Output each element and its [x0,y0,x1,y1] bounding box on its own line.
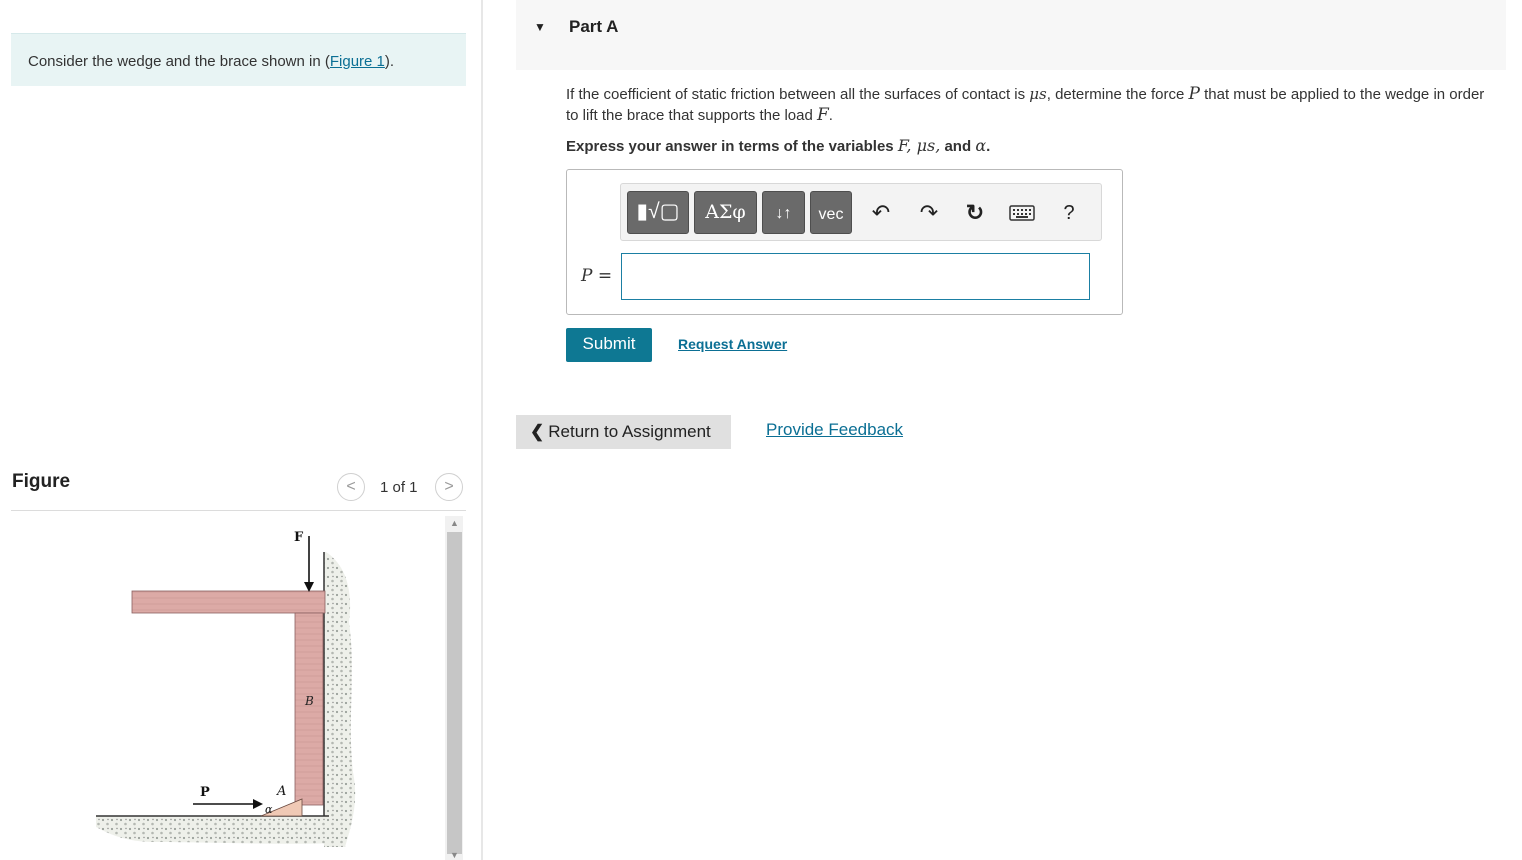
problem-intro: Consider the wedge and the brace shown i… [11,33,466,86]
instructions-text: . [986,138,991,155]
answer-label-text: P = [581,266,613,286]
floor-ground [96,812,345,844]
keyboard-icon[interactable] [1009,200,1035,226]
figure-pager: 1 of 1 [380,479,418,496]
scroll-down-icon[interactable]: ▼ [447,850,462,860]
part-header[interactable] [516,0,1506,70]
arrows-icon: ↓↑ [775,205,792,222]
question-segment: If the coefficient of static friction be… [566,86,1030,103]
next-figure-button[interactable]: > [435,473,463,501]
figure-link[interactable]: Figure 1 [330,53,385,70]
label-a: A [276,784,286,799]
mu-s-variable: μs [1029,85,1047,103]
p-variable: P [1188,84,1200,104]
instructions-variables: F, μs, [897,136,941,155]
return-to-assignment-button[interactable]: ❮ Return to Assignment [516,415,731,449]
figure-scroll-thumb[interactable] [447,532,462,854]
provide-feedback-link[interactable]: Provide Feedback [766,420,903,440]
horizontal-brace [131,590,326,614]
templates-button[interactable]: ▮√▢ [627,191,689,234]
arrows-button[interactable]: ↓↑ [762,191,805,234]
templates-icon: ▮√▢ [636,200,680,223]
question-segment: , determine the force [1046,86,1189,103]
answer-label: P = [581,266,612,286]
wedge-brace-diagram: F P A B α [96,530,356,847]
part-title[interactable]: Part A [569,17,618,37]
label-b: B [304,694,314,708]
redo-icon[interactable]: ↷ [916,200,942,226]
figure-heading: Figure [12,471,71,492]
pane-divider[interactable] [481,0,483,860]
undo-icon[interactable]: ↶ [868,200,894,226]
keyboard-glyph [1009,205,1035,221]
intro-text-end: ). [384,53,395,70]
vertical-brace [294,612,324,806]
greek-icon: ΑΣφ [705,201,746,223]
answer-input[interactable] [621,253,1090,300]
figure-image: F P A B α [11,512,441,860]
f-variable: F [817,105,829,125]
chevron-left-icon: < [346,478,356,495]
request-answer-link[interactable]: Request Answer [678,336,787,352]
help-icon[interactable]: ? [1056,200,1082,226]
label-f: F [294,530,304,545]
vec-label: vec [818,206,844,223]
return-label: Return to Assignment [548,422,711,441]
instructions-text: and [940,138,976,155]
scroll-up-icon[interactable]: ▲ [447,518,462,528]
previous-figure-button[interactable]: < [337,473,365,501]
answer-instructions: Express your answer in terms of the vari… [566,136,990,155]
question-segment: . [828,107,833,124]
reset-icon[interactable]: ↻ [962,200,988,226]
greek-symbols-button[interactable]: ΑΣφ [694,191,757,234]
intro-text: Consider the wedge and the brace shown i… [28,53,330,70]
chevron-left-icon: ❮ [530,422,545,441]
chevron-right-icon: > [444,478,454,495]
force-p-arrowhead [253,799,263,809]
question-text: If the coefficient of static friction be… [566,84,1486,126]
submit-button[interactable]: Submit [566,328,652,362]
instructions-text: Express your answer in terms of the vari… [566,138,898,155]
caret-down-icon[interactable]: ▼ [534,20,546,34]
label-p: P [200,785,210,800]
alpha-variable: α [975,136,987,155]
figure-divider [11,510,466,511]
force-f-arrowhead [304,582,314,592]
vector-button[interactable]: vec [810,191,852,234]
wall-ground [324,552,356,847]
label-alpha: α [265,803,273,816]
